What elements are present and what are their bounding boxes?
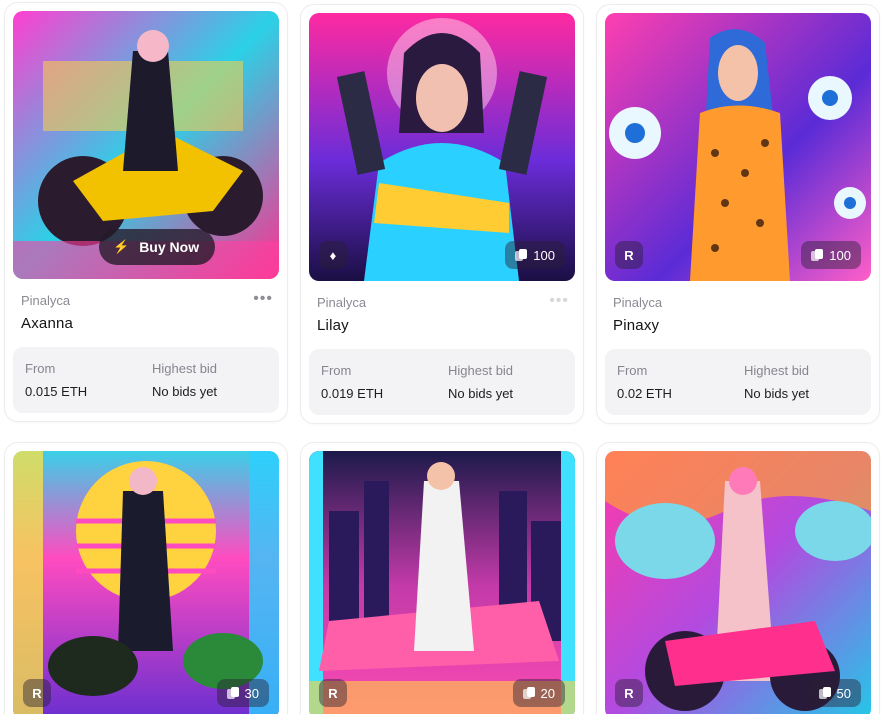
nft-card-lilay[interactable]: ♦ 100 Pinalyca Lilay ••• From 0.019 ETH … (300, 4, 584, 424)
copies-icon (818, 687, 831, 699)
rarible-icon: R (615, 241, 643, 269)
edition-count: 50 (836, 685, 851, 701)
price-box: From 0.019 ETH Highest bid No bids yet (309, 349, 575, 415)
copies-icon (515, 249, 528, 261)
nft-card[interactable]: R 30 (4, 442, 288, 714)
lightning-icon: ⚡ (113, 239, 130, 254)
artwork-image (309, 451, 575, 714)
edition-count: 100 (533, 247, 555, 263)
price-label: From (25, 361, 56, 376)
creator-name[interactable]: Pinalyca (21, 293, 70, 308)
highest-bid-label: Highest bid (744, 363, 810, 378)
creator-name[interactable]: Pinalyca (613, 295, 662, 310)
artwork-image (605, 451, 871, 714)
nft-card[interactable]: R 20 (300, 442, 584, 714)
edition-badge: 50 (808, 679, 861, 707)
edition-count: 20 (540, 685, 555, 701)
price-value: 0.02 ETH (617, 386, 672, 401)
nft-title[interactable]: Pinaxy (613, 317, 659, 334)
buy-now-label: Buy Now (139, 239, 200, 255)
nft-card[interactable]: R 50 (596, 442, 880, 714)
nft-title[interactable]: Axanna (21, 315, 73, 332)
nft-artwork[interactable]: ⚡ Buy Now (13, 11, 279, 279)
rarible-icon: R (23, 679, 51, 707)
rarible-icon: R (319, 679, 347, 707)
highest-bid-value: No bids yet (152, 384, 218, 399)
copies-icon (522, 687, 535, 699)
copies-icon (811, 249, 824, 261)
price-label: From (321, 363, 352, 378)
copies-icon (226, 687, 239, 699)
edition-count: 100 (829, 247, 851, 263)
edition-badge: 100 (801, 241, 861, 269)
nft-artwork[interactable]: R 100 (605, 13, 871, 281)
highest-bid-value: No bids yet (448, 386, 514, 401)
price-value: 0.015 ETH (25, 384, 88, 399)
edition-badge: 20 (512, 679, 565, 707)
price-label: From (617, 363, 648, 378)
artwork-image (13, 451, 279, 714)
edition-count: 30 (244, 685, 259, 701)
nft-card-axanna[interactable]: ⚡ Buy Now Pinalyca Axanna ••• From 0.015… (4, 2, 288, 422)
nft-artwork[interactable]: ♦ 100 (309, 13, 575, 281)
highest-bid-label: Highest bid (448, 363, 514, 378)
price-box: From 0.02 ETH Highest bid No bids yet (605, 349, 871, 415)
creator-name[interactable]: Pinalyca (317, 295, 366, 310)
edition-badge: 30 (216, 679, 269, 707)
nft-artwork[interactable]: R 20 (309, 451, 575, 714)
nft-artwork[interactable]: R 30 (13, 451, 279, 714)
edition-badge: 100 (505, 241, 565, 269)
buy-now-button[interactable]: ⚡ Buy Now (99, 229, 216, 265)
nft-card-pinaxy[interactable]: R 100 Pinalyca Pinaxy From 0.02 ETH High… (596, 4, 880, 424)
nft-title[interactable]: Lilay (317, 317, 349, 334)
rarible-icon: R (615, 679, 643, 707)
price-value: 0.019 ETH (321, 386, 384, 401)
more-options-icon[interactable]: ••• (549, 292, 569, 310)
ethereum-icon: ♦ (319, 241, 347, 269)
highest-bid-value: No bids yet (744, 386, 810, 401)
more-options-icon[interactable]: ••• (253, 290, 273, 308)
highest-bid-label: Highest bid (152, 361, 218, 376)
price-box: From 0.015 ETH Highest bid No bids yet (13, 347, 279, 413)
nft-artwork[interactable]: R 50 (605, 451, 871, 714)
